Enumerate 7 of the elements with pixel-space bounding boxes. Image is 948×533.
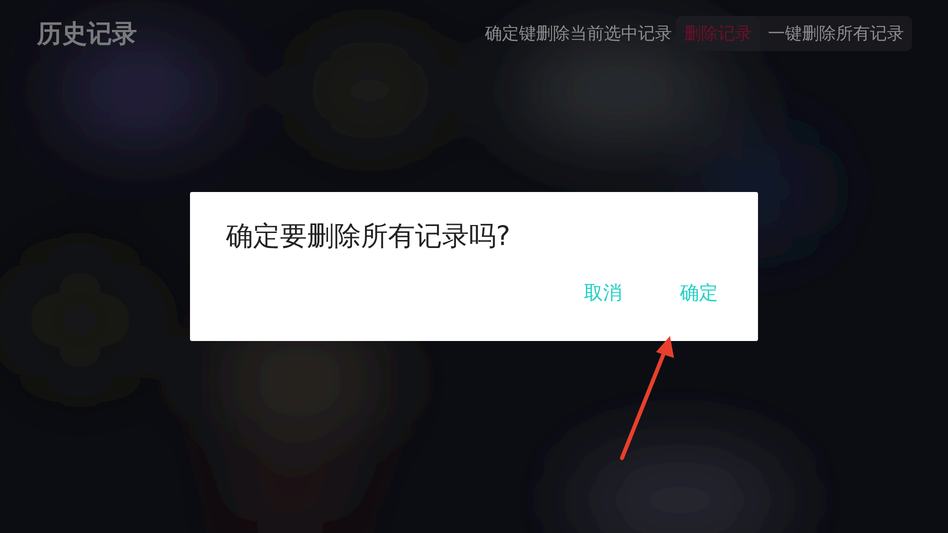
page-title: 历史记录 bbox=[37, 18, 137, 50]
dialog-message: 确定要删除所有记录吗? bbox=[226, 220, 512, 254]
toolbar-button[interactable]: 删除记录 bbox=[676, 16, 760, 51]
hint-text: 确定键删除当前选中记录 bbox=[485, 23, 672, 45]
toolbar-button[interactable]: 一键删除所有记录 bbox=[760, 16, 912, 51]
dialog-button[interactable]: 确定 bbox=[676, 278, 722, 308]
dialog-button[interactable]: 取消 bbox=[580, 278, 626, 308]
